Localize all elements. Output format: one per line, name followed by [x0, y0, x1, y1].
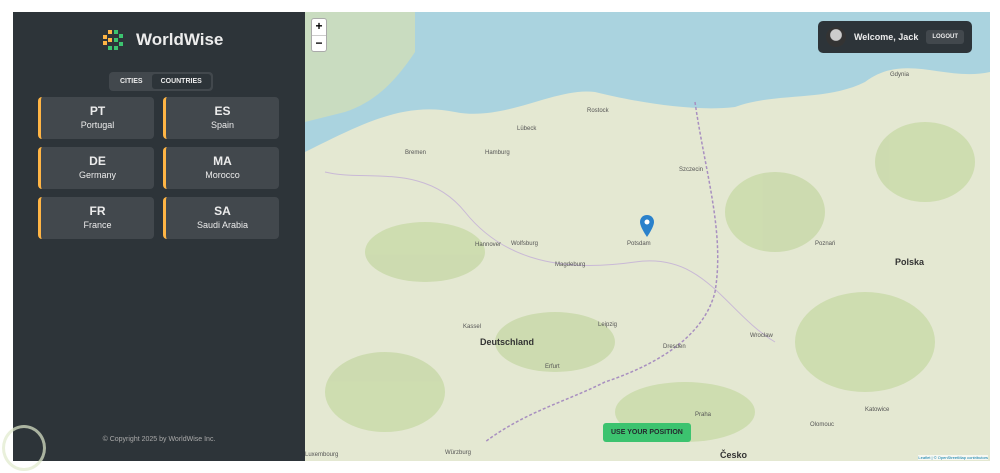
logo[interactable]: WorldWise [100, 26, 223, 54]
avatar [825, 27, 846, 47]
country-item[interactable]: MA Morocco [163, 147, 279, 189]
country-name: Saudi Arabia [196, 220, 249, 230]
map-label: Würzburg [445, 450, 472, 456]
copyright: © Copyright 2025 by WorldWise Inc. [102, 436, 216, 443]
country-code: ES [214, 104, 231, 118]
country-code: DE [89, 154, 106, 168]
map-label: Bremen [405, 150, 427, 156]
map-label: Česko [720, 450, 748, 460]
country-list: PT Portugal ES Spain DE Germany MA Morocco F… [38, 97, 279, 239]
view-tabs: CITIES COUNTRIES [109, 72, 213, 91]
country-name: France [83, 220, 112, 230]
map-label: Gdynia [890, 72, 910, 78]
map-label: Luxembourg [305, 452, 339, 458]
map-label: Wolfsburg [511, 241, 538, 247]
map-label: Lübeck [517, 126, 537, 132]
welcome-text: Welcome, Jack [853, 32, 919, 42]
country-code: SA [214, 204, 231, 218]
zoom-control: + − [311, 18, 327, 52]
app: WorldWise CITIES COUNTRIES PT Portugal ES… [13, 12, 990, 461]
map-label: Erfurt [545, 364, 560, 370]
watermark-badge [2, 425, 46, 471]
country-code: MA [213, 154, 232, 168]
use-position-button[interactable]: USE YOUR POSITION [603, 423, 691, 442]
country-name: Germany [78, 170, 116, 180]
map-label: Potsdam [627, 241, 651, 247]
map-label: Kassel [463, 324, 482, 330]
country-code: FR [89, 204, 106, 218]
logout-button[interactable]: LOGOUT [926, 30, 964, 44]
map-label: Dresden [663, 344, 686, 350]
zoom-in-button[interactable]: + [312, 19, 326, 35]
country-item[interactable]: DE Germany [38, 147, 154, 189]
map-label: Olomouc [810, 422, 835, 428]
zoom-out-button[interactable]: − [312, 35, 326, 51]
country-item[interactable]: FR France [38, 197, 154, 239]
map-label: Katowice [865, 407, 890, 413]
globe-logo-icon [101, 27, 127, 53]
map-label: Hannover [475, 242, 502, 248]
map-label: Wrocław [750, 333, 773, 339]
map-label: Rostock [587, 108, 609, 114]
map-marker-icon[interactable] [640, 215, 654, 237]
map-attribution[interactable]: Leaflet | © OpenStreetMap contributors [918, 455, 988, 460]
map-label: Magdeburg [555, 262, 586, 268]
country-item[interactable]: PT Portugal [38, 97, 154, 139]
country-name: Spain [210, 120, 235, 130]
country-item[interactable]: ES Spain [163, 97, 279, 139]
sidebar: WorldWise CITIES COUNTRIES PT Portugal ES… [13, 12, 305, 461]
map-label: Leipzig [598, 322, 618, 328]
map-label: Poznań [815, 241, 836, 247]
map-label: Polska [895, 257, 925, 267]
user-panel: Welcome, Jack LOGOUT [817, 21, 972, 53]
country-code: PT [89, 104, 106, 118]
country-item[interactable]: SA Saudi Arabia [163, 197, 279, 239]
country-name: Morocco [205, 170, 240, 180]
app-name: WorldWise [136, 30, 224, 49]
tab-cities[interactable]: CITIES [111, 74, 152, 89]
map-label: Praha [695, 412, 712, 418]
map[interactable]: Deutschland Polska Česko Hamburg Bremen Hanno… [305, 12, 990, 461]
map-label: Hamburg [485, 150, 510, 156]
tab-countries[interactable]: COUNTRIES [151, 74, 211, 89]
map-label: Deutschland [480, 337, 535, 347]
map-label: Szczecin [679, 167, 704, 173]
country-name: Portugal [80, 120, 115, 130]
